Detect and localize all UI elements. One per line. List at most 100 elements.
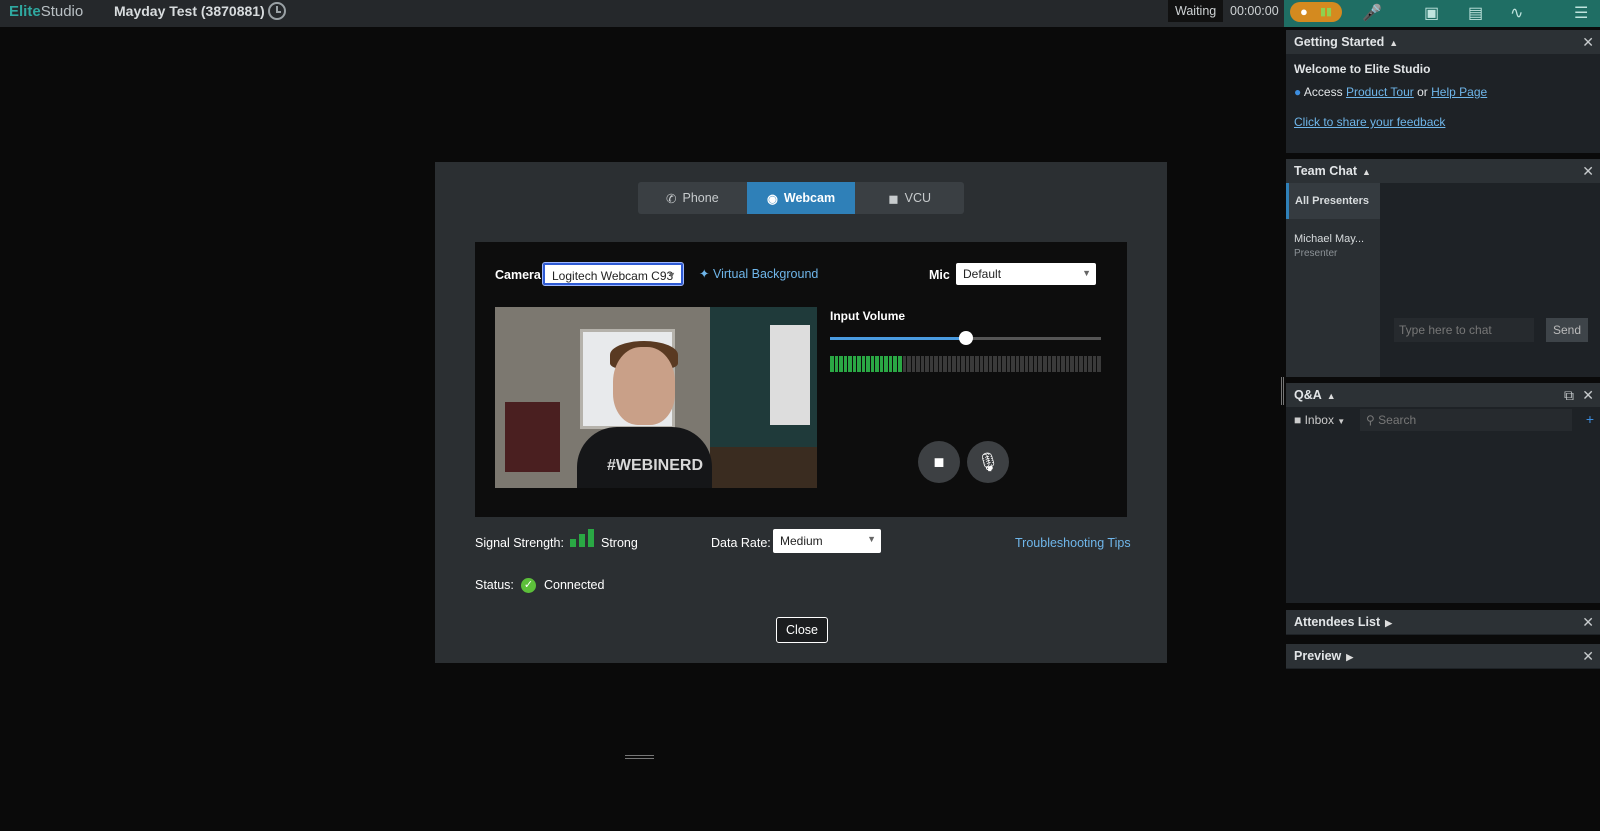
- meter-bar: [866, 356, 870, 372]
- meter-bar: [857, 356, 861, 372]
- timer: 00:00:00: [1230, 4, 1279, 18]
- sparkle-icon: ✦: [699, 267, 710, 281]
- meter-bar: [830, 356, 834, 372]
- toolbar: ● ▮▮ 🎤 ▣ ▤ ∿ ☰: [1284, 0, 1600, 27]
- getting-started-panel: Getting Started ▲ ✕ Welcome to Elite Studi…: [1286, 30, 1600, 153]
- shirt-text: #WEBINERD: [607, 457, 704, 474]
- meter-bar: [1056, 356, 1061, 372]
- screen-share-icon[interactable]: ▣: [1424, 3, 1439, 23]
- meter-bar: [956, 356, 961, 372]
- chevron-down-icon: ▼: [1337, 417, 1346, 426]
- document-icon[interactable]: ▤: [1468, 3, 1483, 23]
- meter-bar: [961, 356, 965, 372]
- input-volume-slider[interactable]: [830, 331, 1101, 345]
- status-value: Connected: [544, 578, 605, 592]
- caret-right-icon: ▶: [1346, 652, 1354, 662]
- product-tour-link[interactable]: Product Tour: [1346, 85, 1414, 99]
- popout-icon[interactable]: ⧉: [1564, 387, 1574, 404]
- tab-vcu[interactable]: ◼ VCU: [855, 182, 964, 214]
- meter-bar: [1065, 356, 1070, 372]
- data-rate-select[interactable]: Medium ▼: [773, 529, 881, 553]
- presenter-status-button[interactable]: ● ▮▮: [1290, 2, 1342, 22]
- troubleshooting-tips-link[interactable]: Troubleshooting Tips: [1015, 536, 1131, 550]
- tab-webcam[interactable]: ◉ Webcam: [746, 182, 856, 214]
- tab-phone[interactable]: ✆ Phone: [638, 182, 747, 214]
- meter-bar: [888, 356, 893, 372]
- meter-bar: [943, 356, 947, 372]
- meter-bar: [870, 356, 875, 372]
- mic-select[interactable]: Default ▼: [956, 263, 1096, 285]
- connection-tabs: ✆ Phone ◉ Webcam ◼ VCU: [638, 182, 964, 214]
- meter-bar: [1047, 356, 1052, 372]
- presenter-list-item[interactable]: Michael May... Presenter: [1286, 219, 1380, 273]
- status-badge: Waiting: [1168, 0, 1224, 22]
- check-circle-icon: ✓: [521, 578, 536, 593]
- video-camera-icon: ◼: [888, 191, 899, 206]
- inbox-dropdown[interactable]: ■ Inbox ▼: [1294, 413, 1345, 427]
- qa-search-input[interactable]: ⚲ Search: [1360, 409, 1572, 431]
- send-button[interactable]: Send: [1546, 318, 1588, 342]
- attendees-panel: Attendees List ▶ ✕: [1286, 610, 1600, 635]
- meter-bar: [1079, 356, 1083, 372]
- microphone-icon: 🎙: [976, 451, 1000, 472]
- close-icon[interactable]: ✕: [1582, 163, 1594, 180]
- meter-bar: [920, 356, 925, 372]
- camera-toggle-button[interactable]: ■: [918, 441, 960, 483]
- caret-up-icon: ▲: [1361, 167, 1371, 177]
- meter-bar: [884, 356, 888, 372]
- panel-header[interactable]: Attendees List ▶ ✕: [1286, 610, 1600, 634]
- meter-bar: [934, 356, 938, 372]
- activity-icon[interactable]: ∿: [1510, 3, 1523, 23]
- meter-bar: [907, 356, 911, 372]
- caret-up-icon: ▲: [1326, 391, 1336, 401]
- slider-thumb[interactable]: [958, 331, 973, 345]
- meter-bar: [852, 356, 857, 372]
- panel-header[interactable]: Q&A ▲ ⧉ ✕: [1286, 383, 1600, 407]
- meter-bar: [1011, 356, 1015, 372]
- webcam-preview: #WEBINERD: [495, 307, 817, 488]
- close-button[interactable]: Close: [776, 617, 828, 643]
- meter-bar: [984, 356, 988, 372]
- camera-label: Camera: [495, 268, 541, 282]
- meter-bar: [1070, 356, 1074, 372]
- panel-header[interactable]: Preview ▶ ✕: [1286, 644, 1600, 668]
- chevron-down-icon: ▼: [667, 270, 676, 280]
- event-title: Mayday Test (3870881): [114, 3, 265, 19]
- meter-bar: [1038, 356, 1042, 372]
- clock-icon[interactable]: [268, 2, 286, 20]
- panel-header[interactable]: Team Chat ▲ ✕: [1286, 159, 1600, 183]
- info-icon: ●: [1294, 85, 1302, 99]
- chat-input[interactable]: Type here to chat: [1394, 318, 1534, 342]
- virtual-background-link[interactable]: ✦ Virtual Background: [699, 266, 818, 281]
- close-icon[interactable]: ✕: [1582, 387, 1594, 404]
- signal-strength-value: Strong: [601, 536, 638, 550]
- caret-up-icon: ▲: [1389, 38, 1399, 48]
- menu-icon[interactable]: ☰: [1574, 3, 1588, 23]
- add-icon[interactable]: +: [1586, 411, 1594, 427]
- chevron-down-icon: ▼: [867, 534, 876, 544]
- meter-bar: [1097, 356, 1101, 372]
- camera-select[interactable]: Logitech Webcam C93 ▼: [542, 262, 684, 286]
- microphone-icon[interactable]: 🎤: [1362, 3, 1382, 23]
- meter-bar: [834, 356, 839, 372]
- meter-bar: [1061, 356, 1065, 372]
- feedback-link[interactable]: Click to share your feedback: [1294, 115, 1445, 129]
- data-rate-label: Data Rate:: [711, 536, 771, 550]
- close-icon[interactable]: ✕: [1582, 34, 1594, 51]
- meter-bar: [952, 356, 956, 372]
- panel-header[interactable]: Getting Started ▲ ✕: [1286, 30, 1600, 54]
- signal-icon: ▮▮: [1320, 6, 1333, 18]
- meter-bar: [988, 356, 993, 372]
- help-page-link[interactable]: Help Page: [1431, 85, 1487, 99]
- meter-bar: [875, 356, 879, 372]
- meter-bar: [1006, 356, 1011, 372]
- mic-toggle-button[interactable]: 🎙: [967, 441, 1009, 483]
- chevron-down-icon: ▼: [1082, 268, 1091, 278]
- tab-all-presenters[interactable]: All Presenters: [1286, 183, 1380, 219]
- input-volume-label: Input Volume: [830, 309, 906, 323]
- close-icon[interactable]: ✕: [1582, 614, 1594, 631]
- stage-resize-handle[interactable]: [625, 755, 654, 759]
- close-icon[interactable]: ✕: [1582, 648, 1594, 665]
- phone-icon: ✆: [666, 191, 677, 206]
- panel-resize-handle[interactable]: [1281, 377, 1284, 405]
